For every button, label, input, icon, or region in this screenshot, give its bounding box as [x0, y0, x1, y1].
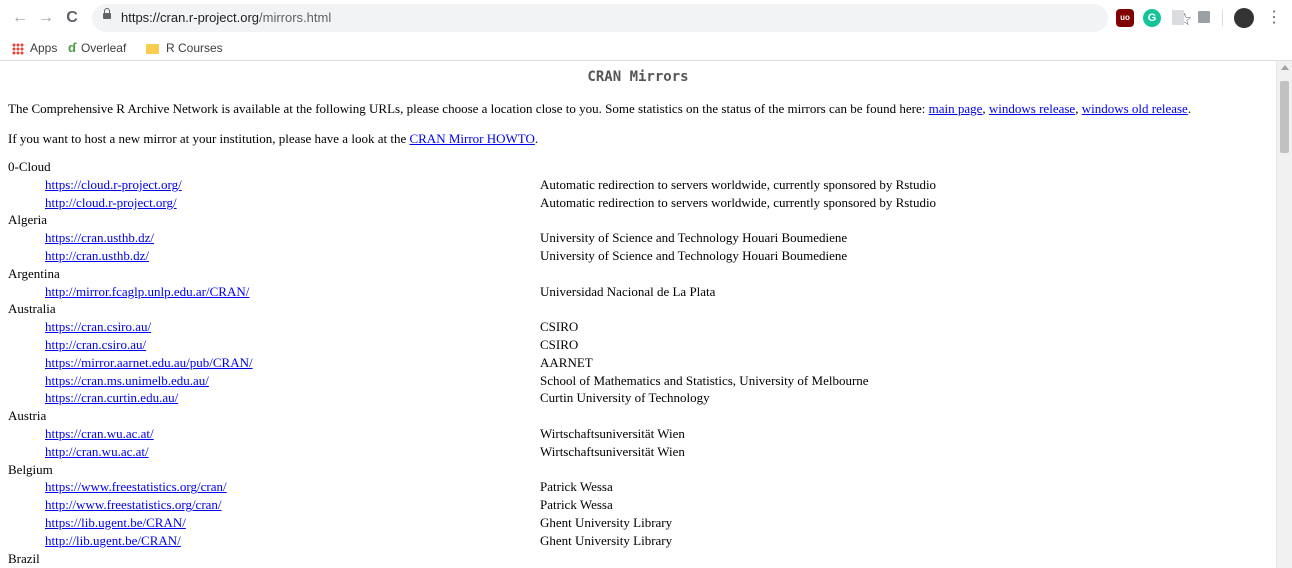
country-heading: Brazil [8, 550, 40, 566]
scroll-up-arrow-icon[interactable] [1281, 65, 1289, 70]
overleaf-icon: ɗ [68, 40, 76, 55]
forward-button[interactable]: → [36, 8, 56, 28]
country-heading: Austria [8, 408, 47, 424]
bookmarks-bar: Apps ɗ Overleaf R Courses [0, 36, 1292, 61]
intro-end: . [1187, 101, 1192, 116]
scrollbar-thumb[interactable] [1280, 81, 1289, 153]
lock-icon [103, 8, 111, 19]
vertical-scrollbar[interactable] [1276, 61, 1292, 568]
mirror-link[interactable]: http://mirror.fcaglp.unlp.edu.ar/CRAN/ [45, 284, 249, 300]
page-title: CRAN Mirrors [587, 69, 689, 85]
url-text: https://cran.r-project.org/mirrors.html [121, 10, 331, 25]
apps-grid-icon [12, 42, 24, 55]
intro-text: The Comprehensive R Archive Network is a… [8, 101, 929, 116]
mirror-description: School of Mathematics and Statistics, Un… [540, 372, 869, 388]
mirror-link[interactable]: https://www.freestatistics.org/cran/ [45, 479, 227, 495]
mirror-description: Curtin University of Technology [540, 390, 710, 406]
mirror-link[interactable]: https://cran.usthb.dz/ [45, 230, 154, 246]
country-heading: Algeria [8, 212, 47, 228]
host-paragraph: If you want to host a new mirror at your… [8, 131, 538, 147]
mirror-link[interactable]: https://cran.csiro.au/ [45, 319, 151, 335]
flag-extension-icon[interactable] [1198, 11, 1210, 23]
main-page-link[interactable]: main page [929, 101, 983, 116]
url-host: https://cran.r-project.org [121, 10, 259, 25]
browser-menu-icon[interactable]: ⋮ [1266, 8, 1282, 28]
back-arrow-icon: ← [12, 9, 28, 26]
country-heading: Belgium [8, 461, 53, 477]
intro-paragraph: The Comprehensive R Archive Network is a… [8, 101, 1191, 117]
windows-release-link[interactable]: windows release [989, 101, 1075, 116]
grammarly-extension-icon[interactable]: G [1143, 9, 1161, 27]
mirror-description: CSIRO [540, 319, 579, 335]
mirror-link[interactable]: http://cran.wu.ac.at/ [45, 444, 149, 460]
mirror-link[interactable]: http://cran.usthb.dz/ [45, 248, 149, 264]
address-bar[interactable]: https://cran.r-project.org/mirrors.html … [92, 4, 1192, 32]
reload-icon: C [66, 9, 78, 26]
mirror-description: Ghent University Library [540, 532, 673, 548]
mirror-link[interactable]: https://cran.curtin.edu.au/ [45, 390, 178, 406]
bookmark-apps[interactable]: Apps [12, 39, 57, 57]
mirror-link[interactable]: http://www.freestatistics.org/cran/ [45, 497, 222, 513]
bookmark-label: Overleaf [80, 41, 127, 55]
mirror-link[interactable]: https://cran.ms.unimelb.edu.au/ [45, 373, 209, 389]
mirror-howto-link[interactable]: CRAN Mirror HOWTO [409, 131, 534, 146]
document-extension-icon[interactable] [1172, 10, 1184, 25]
mirror-link[interactable]: https://cloud.r-project.org/ [45, 177, 182, 193]
mirror-description: CSIRO [540, 337, 579, 352]
url-path: /mirrors.html [259, 10, 332, 25]
host-text: If you want to host a new mirror at your… [8, 131, 410, 146]
reload-button[interactable]: C [62, 8, 82, 28]
page-content: CRAN Mirrors The Comprehensive R Archive… [0, 61, 1276, 568]
bookmark-overleaf[interactable]: ɗ Overleaf [68, 39, 126, 57]
bookmark-label: R Courses [166, 41, 223, 55]
country-heading: 0-Cloud [8, 159, 51, 174]
ublock-extension-icon[interactable]: uo [1116, 9, 1134, 27]
mirror-description: Patrick Wessa [540, 497, 613, 513]
mirror-description: Automatic redirection to servers worldwi… [540, 176, 937, 192]
mirror-description: Automatic redirection to servers worldwi… [540, 194, 937, 210]
mirror-description: Patrick Wessa [540, 479, 613, 495]
mirror-description: Ghent University Library [540, 515, 673, 530]
bookmark-label: Apps [30, 41, 58, 55]
windows-old-release-link[interactable]: windows old release [1082, 101, 1188, 116]
browser-toolbar: ← → C https://cran.r-project.org/mirrors… [0, 0, 1292, 37]
host-end: . [534, 131, 539, 146]
mirror-description: Wirtschaftsuniversität Wien [540, 426, 685, 441]
mirror-description: Universidad Nacional de La Plata [540, 283, 716, 299]
mirror-link[interactable]: http://cloud.r-project.org/ [45, 195, 177, 211]
mirror-link[interactable]: http://lib.ugent.be/CRAN/ [45, 533, 181, 549]
folder-icon [146, 43, 159, 54]
profile-avatar[interactable] [1234, 8, 1254, 28]
country-heading: Australia [8, 301, 56, 317]
mirror-link[interactable]: http://cran.csiro.au/ [45, 337, 146, 353]
mirror-description: University of Science and Technology Hou… [540, 230, 848, 246]
mirror-link[interactable]: https://mirror.aarnet.edu.au/pub/CRAN/ [45, 355, 253, 371]
back-button[interactable]: ← [10, 8, 30, 28]
mirror-link[interactable]: https://cran.wu.ac.at/ [45, 426, 154, 442]
mirror-description: University of Science and Technology Hou… [540, 248, 848, 263]
country-heading: Argentina [8, 265, 60, 281]
mirror-description: AARNET [540, 354, 593, 370]
bookmark-r-courses[interactable]: R Courses [146, 39, 223, 57]
forward-arrow-icon: → [38, 9, 54, 26]
toolbar-divider [1222, 10, 1223, 26]
mirror-link[interactable]: https://lib.ugent.be/CRAN/ [45, 515, 186, 531]
mirror-description: Wirtschaftsuniversität Wien [540, 443, 685, 459]
